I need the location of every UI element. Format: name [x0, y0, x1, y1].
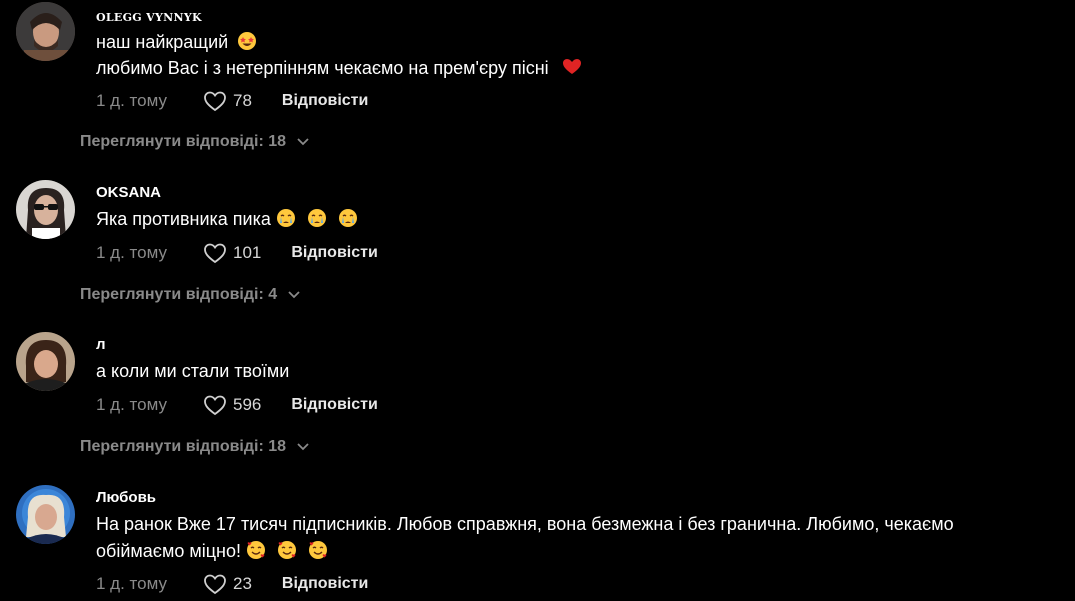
like-button[interactable]: 101: [203, 242, 261, 264]
comment-text-line: а коли ми стали твоїми: [96, 361, 289, 382]
chevron-down-icon: [297, 138, 309, 146]
red-heart-icon: [562, 59, 581, 74]
comment-text: любимо Вас і з нетерпінням чекаємо на пр…: [96, 58, 549, 78]
comment-text: наш найкращий: [96, 32, 229, 52]
like-count: 101: [232, 243, 262, 262]
avatar[interactable]: [16, 2, 75, 61]
comment-text-line: Яка противника пика: [96, 208, 358, 230]
like-count: 23: [232, 574, 252, 593]
view-replies-button[interactable]: Переглянути відповіді: 18: [80, 438, 310, 456]
view-replies-label: Переглянути відповіді: 18: [80, 133, 287, 150]
chevron-down-icon: [297, 443, 309, 451]
heart-outline-icon: [204, 574, 226, 595]
comment-text: Яка противника пика: [96, 209, 271, 229]
comment-meta: 1 д. тому 101 Відповісти: [96, 241, 378, 265]
heart-outline-icon: [204, 91, 226, 112]
comment-meta: 1 д. тому 23 Відповісти: [96, 572, 368, 596]
view-replies-label: Переглянути відповіді: 4: [80, 286, 278, 303]
comment-text: обіймаємо міцно!: [96, 541, 241, 561]
smiling-face-with-hearts-icon: [278, 541, 296, 559]
view-replies-label: Переглянути відповіді: 18: [80, 438, 287, 455]
smiling-face-with-hearts-icon: [309, 541, 328, 559]
comment-username[interactable]: OLEGG VYNNYK: [96, 11, 202, 24]
comment-text: На ранок Вже 17 тисяч підписників. Любов…: [96, 514, 954, 534]
like-button[interactable]: 596: [203, 394, 261, 416]
smiling-face-with-hearts-icon: [246, 541, 265, 559]
comment-text-line: наш найкращий: [96, 31, 257, 53]
heart-outline-icon: [204, 395, 226, 416]
reply-button[interactable]: Відповісти: [291, 396, 377, 414]
comment-time: 1 д. тому: [96, 91, 167, 110]
comment-time: 1 д. тому: [96, 574, 167, 593]
comment-text-line: обіймаємо міцно!: [96, 540, 328, 562]
avatar[interactable]: [16, 485, 75, 544]
crying-face-icon: [307, 209, 326, 227]
crying-face-icon: [276, 209, 295, 227]
comment-username[interactable]: OKSANA: [96, 184, 161, 201]
comment-time: 1 д. тому: [96, 243, 167, 262]
view-replies-button[interactable]: Переглянути відповіді: 4: [80, 286, 301, 304]
comment-time: 1 д. тому: [96, 395, 167, 414]
reply-button[interactable]: Відповісти: [282, 92, 368, 110]
view-replies-button[interactable]: Переглянути відповіді: 18: [80, 133, 310, 151]
avatar[interactable]: [16, 332, 75, 391]
reply-button[interactable]: Відповісти: [282, 575, 368, 593]
comment-text-line: любимо Вас і з нетерпінням чекаємо на пр…: [96, 57, 582, 79]
comment-username[interactable]: л: [96, 336, 106, 353]
chevron-down-icon: [288, 291, 300, 299]
crying-face-icon: [338, 209, 357, 227]
reply-button[interactable]: Відповісти: [291, 244, 377, 262]
like-button[interactable]: 23: [203, 573, 252, 595]
heart-outline-icon: [204, 243, 226, 264]
like-count: 596: [232, 395, 262, 414]
comment-meta: 1 д. тому 596 Відповісти: [96, 393, 378, 417]
comment-text: а коли ми стали твоїми: [96, 361, 290, 381]
like-button[interactable]: 78: [203, 90, 252, 112]
avatar[interactable]: [16, 180, 75, 239]
comment-text-line: На ранок Вже 17 тисяч підписників. Любов…: [96, 514, 954, 535]
like-count: 78: [232, 91, 252, 110]
star-struck-face-icon: [238, 32, 257, 50]
comment-meta: 1 д. тому 78 Відповісти: [96, 89, 368, 113]
comment-username[interactable]: Любовь: [96, 489, 156, 506]
